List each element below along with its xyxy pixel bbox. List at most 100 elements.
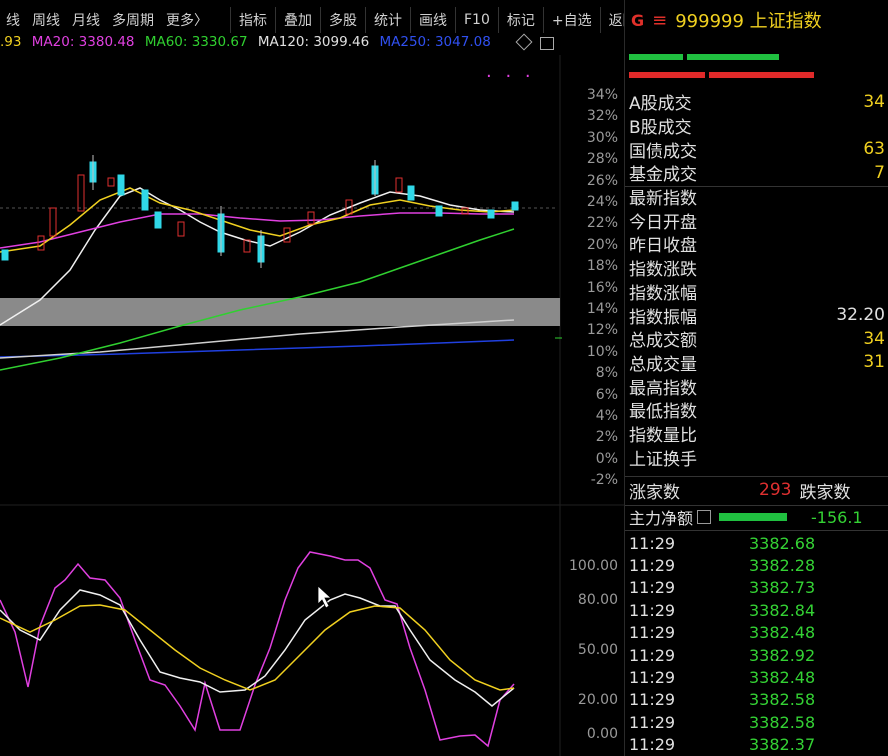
tick-time: 11:29 (629, 690, 676, 710)
info-value: 32.20 (836, 305, 885, 326)
pct-tick-label: 20% (586, 236, 618, 253)
info-label: 指数振幅 (629, 307, 697, 328)
main-flow: 主力净额 -156.1 (625, 506, 888, 529)
tick-price: 3382.48 (749, 668, 816, 688)
pct-tick-label: 2% (595, 429, 618, 446)
pct-tick-label: 12% (586, 322, 618, 339)
pct-tick-label: 0% (595, 450, 618, 467)
osc-tick-label: 0.00 (586, 726, 618, 742)
info-label: 基金成交 (629, 165, 697, 186)
tick-price: 3382.28 (749, 556, 816, 576)
tick-row: 11:29 3382.92 (625, 644, 888, 666)
info-label: 今日开盘 (629, 212, 697, 233)
tick-row: 11:29 3382.58 (625, 689, 888, 711)
tick-price: 3382.48 (749, 623, 816, 643)
info-row: 指数涨幅 (625, 280, 888, 304)
green-bar-1 (629, 54, 683, 60)
info-label: 指数涨跌 (629, 260, 697, 281)
tick-price: 3382.37 (749, 735, 816, 755)
kline-chart[interactable] (0, 0, 624, 756)
menu-icon[interactable]: ≡ (652, 10, 667, 31)
flow-bar (719, 513, 788, 521)
info-label: B股成交 (629, 118, 692, 139)
advance-decline: 涨家数 293 跌家数 (625, 476, 888, 504)
info-row: 上证换手 (625, 445, 888, 470)
info-row: 总成交量 31 (625, 351, 888, 375)
info-label: 最高指数 (629, 378, 697, 399)
tick-row: 11:29 3382.84 (625, 599, 888, 621)
info-row: 指数量比 (625, 422, 888, 446)
pct-tick-label: 14% (586, 301, 618, 317)
tick-price: 3382.92 (749, 645, 816, 665)
tick-time: 11:29 (629, 735, 676, 755)
up-label: 涨家数 (629, 482, 680, 503)
osc-tick-label: 50.00 (577, 642, 618, 658)
tick-price: 3382.58 (749, 712, 816, 732)
pct-tick-label: 26% (586, 172, 618, 189)
red-bar-1 (629, 72, 705, 78)
down-label: 跌家数 (799, 482, 851, 503)
tick-price: 3382.68 (749, 533, 816, 553)
pct-tick-label: 16% (586, 279, 618, 296)
pct-tick-label: 28% (586, 151, 618, 168)
green-bar-2 (687, 54, 779, 60)
pct-tick-label: 30% (586, 129, 618, 146)
quote-panel: G ≡ 999999 上证指数 A股成交 34 B股成交 国债成交 63 基金成交 7 最新指… (624, 0, 888, 756)
tick-time: 11:29 (629, 623, 676, 643)
tick-time: 11:29 (629, 556, 676, 576)
flow-value: -156.1 (811, 507, 863, 527)
tick-row: 11:29 3382.48 (625, 666, 888, 688)
info-label: 上证换手 (629, 449, 697, 470)
up-value: 293 (759, 480, 792, 500)
pct-tick-label: 8% (595, 365, 618, 382)
flow-label: 主力净额 (629, 509, 694, 528)
info-row: 最新指数 (625, 185, 888, 209)
info-label: 最低指数 (629, 402, 697, 423)
tick-time: 11:29 (629, 712, 676, 732)
info-value: 63 (863, 139, 885, 160)
info-row: 今日开盘 (625, 208, 888, 233)
info-row: 最高指数 (625, 374, 888, 399)
info-value: 31 (863, 352, 885, 373)
info-label: 国债成交 (629, 141, 697, 162)
info-value: 7 (874, 162, 885, 183)
tick-row: 11:29 3382.68 (625, 532, 888, 554)
info-row: B股成交 (625, 114, 888, 138)
tick-time: 11:29 (629, 578, 676, 598)
list-icon[interactable] (697, 510, 712, 524)
tick-time: 11:29 (629, 668, 676, 688)
info-value: 34 (863, 328, 885, 349)
osc-tick-label: 80.00 (577, 592, 618, 608)
tick-row: 11:29 3382.48 (625, 622, 888, 644)
info-row: A股成交 34 (625, 90, 888, 115)
ratio-bars (625, 40, 888, 80)
index-code: 999999 上证指数 (675, 11, 822, 32)
info-label: 最新指数 (629, 189, 697, 210)
info-row: 基金成交 7 (625, 161, 888, 186)
info-row: 最低指数 (625, 398, 888, 422)
index-info-list: A股成交 34 B股成交 国债成交 63 基金成交 7 最新指数 今日开盘 昨日收盘 指数涨跌 指数涨… (625, 90, 888, 470)
info-row: 总成交额 34 (625, 327, 888, 352)
pct-tick-label: 10% (586, 343, 618, 360)
tick-row: 11:29 3382.37 (625, 734, 888, 756)
osc-tick-label: 20.00 (577, 692, 618, 708)
tick-row: 11:29 3382.28 (625, 554, 888, 576)
info-label: 总成交量 (629, 354, 697, 375)
pct-tick-label: 34% (586, 87, 618, 103)
quote-header: G ≡ 999999 上证指数 (625, 0, 888, 40)
g-icon[interactable]: G (631, 11, 644, 30)
tick-row: 11:29 3382.58 (625, 711, 888, 733)
pct-tick-label: -2% (590, 472, 618, 489)
pct-tick-label: 32% (586, 108, 618, 125)
info-label: 指数涨幅 (629, 283, 697, 304)
info-row: 国债成交 63 (625, 137, 888, 162)
pct-tick-label: 18% (586, 258, 618, 275)
tick-price: 3382.58 (749, 690, 816, 710)
info-label: A股成交 (629, 94, 692, 115)
tick-price: 3382.84 (749, 600, 816, 620)
tick-list[interactable]: 11:29 3382.68 11:29 3382.28 11:29 3382.73 11:2… (625, 532, 888, 756)
info-row: 指数振幅 32.20 (625, 303, 888, 328)
tick-time: 11:29 (629, 533, 676, 553)
tick-price: 3382.73 (749, 578, 816, 598)
info-row: 昨日收盘 (625, 232, 888, 256)
